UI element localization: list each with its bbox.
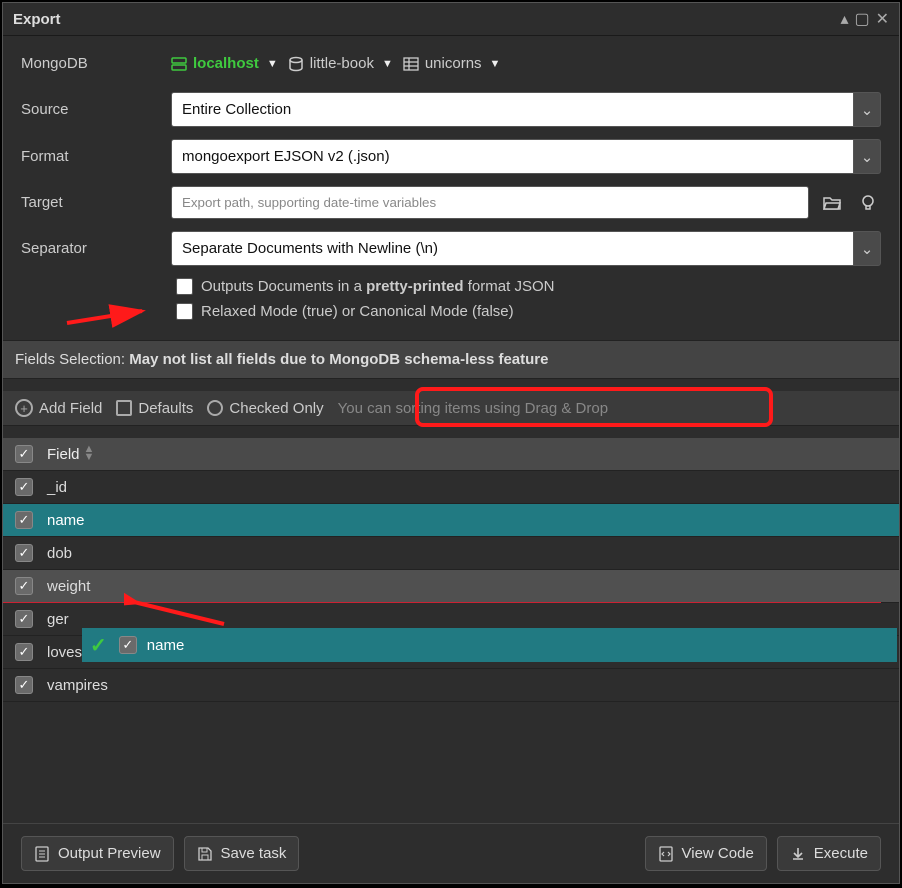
pretty-label: Outputs Documents in a pretty-printed fo… — [201, 278, 554, 295]
save-task-button[interactable]: Save task — [184, 836, 300, 871]
row-checkbox[interactable]: ✓ — [15, 643, 33, 661]
mongodb-label: MongoDB — [21, 55, 161, 72]
code-icon — [658, 846, 674, 862]
bottom-bar: Output Preview Save task View Code Execu… — [3, 823, 899, 883]
drag-hint: You can sorting items using Drag & Drop — [338, 400, 608, 417]
lightbulb-icon[interactable] — [855, 190, 881, 216]
table-row[interactable]: ✓ _id — [3, 471, 899, 504]
table-header-row: ✓ Field ▲▼ — [3, 438, 899, 471]
format-select[interactable]: mongoexport EJSON v2 (.json) ⌄ — [171, 139, 881, 174]
relaxed-label: Relaxed Mode (true) or Canonical Mode (f… — [201, 303, 514, 320]
target-input[interactable] — [171, 186, 809, 219]
chevron-down-icon[interactable]: ⌄ — [853, 139, 881, 174]
row-checkbox[interactable]: ✓ — [15, 511, 33, 529]
field-name: ger — [47, 611, 69, 628]
document-icon — [34, 846, 50, 862]
view-code-button[interactable]: View Code — [645, 836, 767, 871]
close-icon[interactable]: ✕ — [876, 9, 889, 29]
collection-crumb[interactable]: unicorns ▼ — [403, 55, 501, 72]
circle-icon — [207, 400, 223, 416]
field-name: _id — [47, 479, 67, 496]
maximize-icon[interactable]: ▢ — [854, 9, 869, 29]
execute-button[interactable]: Execute — [777, 836, 881, 871]
target-label: Target — [21, 194, 161, 211]
minimize-icon[interactable]: ▴ — [840, 9, 848, 29]
caret-icon: ▼ — [267, 58, 278, 70]
source-select[interactable]: Entire Collection ⌄ — [171, 92, 881, 127]
row-checkbox[interactable]: ✓ — [15, 478, 33, 496]
check-icon: ✓ — [90, 633, 107, 658]
server-icon — [171, 56, 187, 72]
field-name: weight — [47, 578, 90, 595]
caret-icon: ▼ — [382, 58, 393, 70]
db-crumb[interactable]: little-book ▼ — [288, 55, 393, 72]
fields-section-header: Fields Selection: May not list all field… — [3, 340, 899, 379]
annotation-arrow — [124, 574, 234, 634]
row-checkbox[interactable]: ✓ — [119, 636, 137, 654]
format-label: Format — [21, 148, 161, 165]
caret-icon: ▼ — [490, 58, 501, 70]
pretty-checkbox[interactable] — [176, 278, 193, 295]
plus-circle-icon: + — [15, 399, 33, 417]
source-label: Source — [21, 101, 161, 118]
table-row[interactable]: ✓ name — [3, 504, 899, 537]
database-icon — [288, 56, 304, 72]
field-name: vampires — [47, 677, 108, 694]
field-name: name — [47, 512, 85, 529]
browse-folder-icon[interactable] — [819, 190, 845, 216]
field-column-header[interactable]: Field ▲▼ — [47, 446, 94, 463]
fields-table: ✓ Field ▲▼ ✓ _id ✓ name ✓ dob ✓ weight ✓ ger ✓ love… — [3, 438, 899, 702]
chevron-down-icon[interactable]: ⌄ — [853, 231, 881, 266]
fields-toolbar: + Add Field Defaults Checked Only You ca… — [3, 391, 899, 426]
chevron-down-icon[interactable]: ⌄ — [853, 92, 881, 127]
row-checkbox[interactable]: ✓ — [15, 676, 33, 694]
square-icon — [116, 400, 132, 416]
download-icon — [790, 846, 806, 862]
add-field-button[interactable]: + Add Field — [15, 399, 102, 417]
table-row[interactable]: ✓ dob — [3, 537, 899, 570]
table-icon — [403, 56, 419, 72]
defaults-button[interactable]: Defaults — [116, 400, 193, 417]
titlebar: Export ▴ ▢ ✕ — [3, 3, 899, 36]
select-all-checkbox[interactable]: ✓ — [15, 445, 33, 463]
row-checkbox[interactable]: ✓ — [15, 544, 33, 562]
row-checkbox[interactable]: ✓ — [15, 610, 33, 628]
export-window: Export ▴ ▢ ✕ MongoDB localhost ▼ little-… — [2, 2, 900, 884]
field-name: dob — [47, 545, 72, 562]
separator-label: Separator — [21, 240, 161, 257]
checked-only-button[interactable]: Checked Only — [207, 400, 323, 417]
annotation-arrow — [62, 293, 152, 333]
field-name: loves — [47, 644, 82, 661]
row-checkbox[interactable]: ✓ — [15, 577, 33, 595]
save-icon — [197, 846, 213, 862]
relaxed-checkbox[interactable] — [176, 303, 193, 320]
sort-icon: ▲▼ — [84, 446, 95, 461]
table-row[interactable]: ✓ vampires — [3, 669, 899, 702]
output-preview-button[interactable]: Output Preview — [21, 836, 174, 871]
separator-select[interactable]: Separate Documents with Newline (\n) ⌄ — [171, 231, 881, 266]
window-title: Export — [13, 11, 840, 28]
host-crumb[interactable]: localhost ▼ — [171, 55, 278, 72]
breadcrumb: MongoDB localhost ▼ little-book ▼ unicor… — [21, 51, 881, 80]
